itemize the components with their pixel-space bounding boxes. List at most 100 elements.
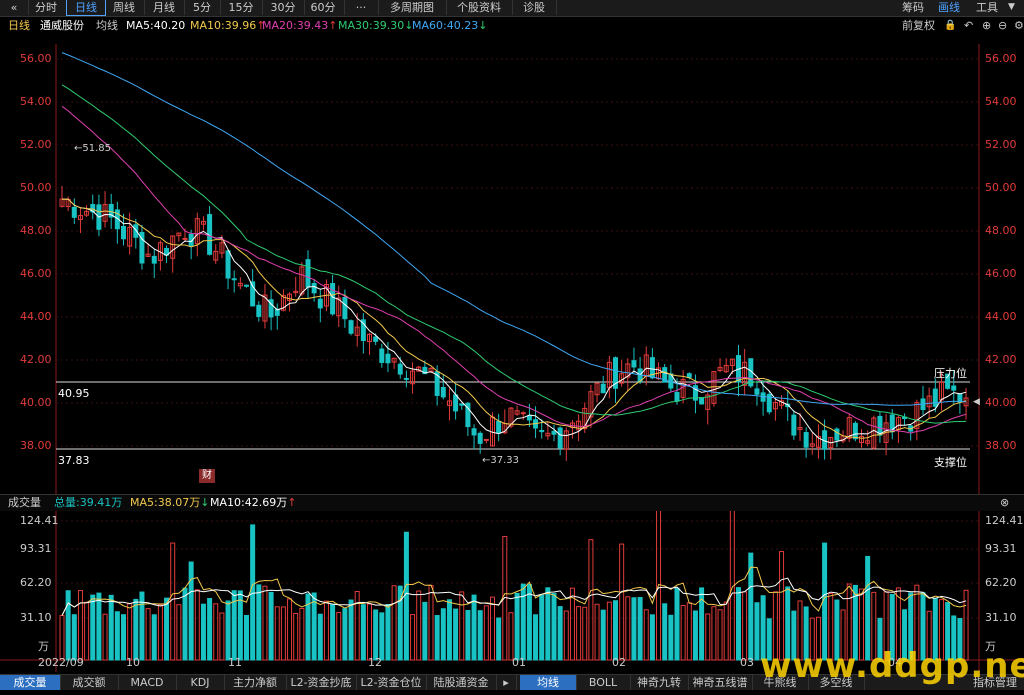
- more-periods-button[interactable]: ···: [344, 0, 379, 15]
- tab-5min[interactable]: 5分: [184, 0, 221, 15]
- volume-bar: [502, 535, 508, 661]
- watermark: www.ddgp.net: [760, 646, 1024, 686]
- tab-ma[interactable]: 均线: [520, 675, 577, 690]
- tab-weekly[interactable]: 周线: [104, 0, 145, 15]
- volume-bar: [367, 603, 372, 661]
- candle-body: [453, 394, 459, 412]
- multi-period-button[interactable]: 多周期图: [378, 0, 447, 15]
- ma60-arrow: ↓: [478, 19, 488, 32]
- diagnosis-button[interactable]: 诊股: [512, 0, 557, 15]
- back-icon[interactable]: «: [0, 0, 29, 15]
- volume-bar: [133, 598, 139, 661]
- volume-bar: [539, 594, 545, 661]
- volume-ma5: MA5:38.07万↓: [130, 495, 209, 511]
- tab-hk-connect[interactable]: 陆股通资金: [426, 675, 497, 690]
- tabs-next-icon[interactable]: ▸: [496, 675, 517, 690]
- stock-profile-button[interactable]: 个股资料: [446, 0, 513, 15]
- zoom-in-icon[interactable]: ⊕: [982, 17, 991, 35]
- ma20-line: [61, 105, 967, 434]
- candle-body: [526, 415, 532, 421]
- volume-tick: 124.41: [20, 514, 59, 527]
- candle-body: [539, 429, 545, 433]
- candle-body: [459, 403, 465, 406]
- volume-bar: [176, 604, 182, 661]
- high-value: 51.85: [82, 143, 112, 154]
- lock-icon[interactable]: 🔒: [944, 17, 956, 35]
- tab-turnover[interactable]: 成交额: [60, 675, 119, 690]
- candle-body: [397, 363, 403, 375]
- tab-kdj[interactable]: KDJ: [176, 675, 225, 690]
- financial-report-badge[interactable]: 财: [199, 469, 215, 483]
- volume-bar: [323, 600, 329, 661]
- tools-button[interactable]: 工具: [976, 0, 998, 15]
- volume-total: 总量:39.41万: [54, 496, 123, 509]
- volume-bar: [662, 603, 668, 661]
- volume-bar: [588, 539, 594, 661]
- candle-body: [932, 388, 938, 407]
- candle-body: [182, 237, 188, 240]
- tab-l2-bottom[interactable]: L2-资金抄底: [286, 675, 357, 690]
- candle-body: [754, 388, 760, 395]
- tab-intraday[interactable]: 分时: [26, 0, 67, 15]
- volume-header: 成交量 总量:39.41万 MA5:38.07万↓ MA10:42.69万↑ ⊗: [0, 494, 1024, 511]
- tab-l2-position[interactable]: L2-资金仓位: [356, 675, 427, 690]
- volume-tick: 62.20: [20, 576, 52, 589]
- adjust-button[interactable]: 前复权: [902, 17, 935, 35]
- candle-body: [151, 255, 157, 264]
- volume-bar: [416, 590, 422, 661]
- close-volume-icon[interactable]: ⊗: [1000, 495, 1009, 511]
- price-tick-right: 54.00: [985, 95, 1017, 108]
- tab-30min[interactable]: 30分: [262, 0, 305, 15]
- candle-body: [699, 397, 705, 405]
- candle-body: [225, 250, 231, 279]
- tab-boll[interactable]: BOLL: [576, 675, 631, 690]
- tab-td9[interactable]: 神奇九转: [630, 675, 689, 690]
- volume-bar: [379, 612, 385, 661]
- volume-title: 成交量: [8, 496, 41, 509]
- volume-bar: [157, 604, 163, 661]
- tab-monthly[interactable]: 月线: [144, 0, 185, 15]
- undo-icon[interactable]: ↶: [964, 17, 973, 35]
- ma20-text: MA20:39.43: [262, 19, 329, 32]
- vol-ma10-line: [61, 577, 967, 616]
- date-tick: 01: [512, 656, 526, 669]
- volume-bar: [576, 606, 582, 661]
- candle-body: [477, 432, 483, 444]
- tab-15min[interactable]: 15分: [220, 0, 263, 15]
- candle-body: [121, 225, 126, 240]
- candle-body: [551, 430, 557, 435]
- price-tick-left: 50.00: [20, 181, 52, 194]
- tools-dropdown-icon[interactable]: ▼: [1008, 0, 1015, 15]
- candle-body: [330, 283, 336, 315]
- volume-bar: [490, 596, 495, 661]
- draw-line-button[interactable]: 画线: [938, 0, 960, 15]
- volume-bar: [692, 610, 698, 661]
- volume-bar: [705, 613, 711, 661]
- tab-daily[interactable]: 日线: [66, 0, 106, 16]
- kline-chart[interactable]: [0, 35, 1024, 695]
- tab-five-lines[interactable]: 神奇五线谱: [688, 675, 753, 690]
- candle-body: [133, 224, 139, 238]
- volume-bar: [865, 555, 871, 661]
- stock-name: 通威股份: [40, 19, 84, 32]
- volume-bar: [428, 584, 434, 661]
- tab-60min[interactable]: 60分: [302, 0, 345, 15]
- candle-body: [791, 414, 797, 436]
- chips-button[interactable]: 筹码: [902, 0, 924, 15]
- volume-bar: [299, 607, 305, 661]
- volume-bar: [268, 591, 274, 661]
- settings-icon[interactable]: ⚙: [1014, 17, 1024, 35]
- volume-bar: [121, 614, 126, 661]
- volume-bar: [188, 561, 194, 661]
- volume-bar: [674, 587, 680, 661]
- zoom-out-icon[interactable]: ⊖: [998, 17, 1007, 35]
- date-tick: 11: [228, 656, 242, 669]
- high-marker: ←51.85: [74, 143, 112, 154]
- support-label: 支撑位: [934, 456, 967, 469]
- tab-main-net[interactable]: 主力净额: [224, 675, 287, 690]
- tab-volume[interactable]: 成交量: [0, 675, 61, 690]
- volume-bar: [440, 608, 446, 661]
- ma-label[interactable]: 均线: [96, 17, 118, 35]
- candle-body: [803, 432, 809, 448]
- tab-macd[interactable]: MACD: [118, 675, 177, 690]
